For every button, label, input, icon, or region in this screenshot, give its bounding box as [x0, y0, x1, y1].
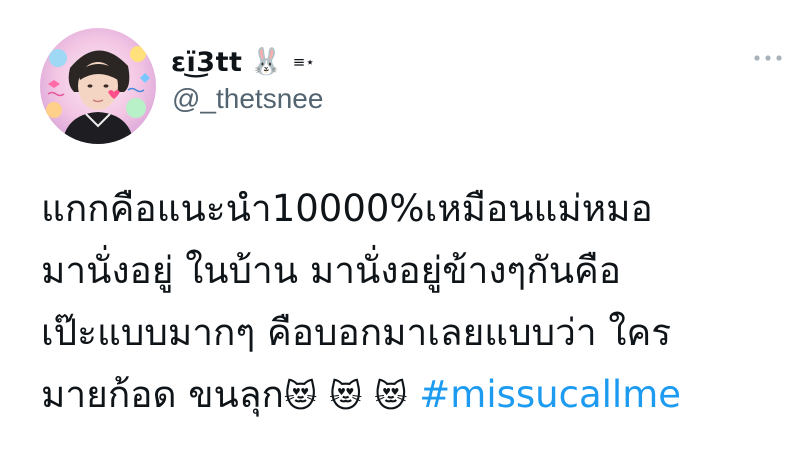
avatar[interactable] — [40, 28, 156, 144]
tweet-line: แกกคือแนะนำ10000%เหมือนแม่หมอ — [41, 187, 653, 230]
tweet-line: มานั่งอยู่ ในบ้าน มานั่งอยู่ข้างๆกันคือ — [41, 249, 621, 292]
heart-eyes-cat-emoji-icon: 😻 — [374, 377, 408, 415]
tweet-line: มายก้อด ขนลุก😻 😻 😻 #missucallme — [41, 364, 791, 427]
tweet-card: ɛї͜3tt 🐰 ≡⋆ @_thetsnee แกกคือแนะนำ10000%… — [0, 0, 808, 461]
more-options-button[interactable] — [744, 46, 792, 70]
user-handle[interactable]: @_thetsnee — [172, 83, 323, 115]
display-name-row[interactable]: ɛї͜3tt 🐰 ≡⋆ — [171, 44, 315, 80]
heart-eyes-cat-emoji-icon: 😻 — [283, 377, 318, 415]
heart-eyes-cat-emoji-icon: 😻 — [329, 377, 363, 415]
tweet-line-text: มายก้อด ขนลุก — [41, 373, 284, 416]
display-name[interactable]: ɛї͜3tt — [171, 47, 242, 78]
more-dots-icon — [754, 55, 782, 61]
name-decoration: ≡⋆ — [292, 53, 315, 71]
bunny-emoji-icon: 🐰 — [250, 47, 283, 77]
tweet-text: แกกคือแนะนำ10000%เหมือนแม่หมอ มานั่งอยู่… — [41, 178, 791, 427]
hashtag-link[interactable]: #missucallme — [419, 373, 681, 416]
tweet-line: เป๊ะแบบมากๆ คือบอกมาเลยแบบว่า ใคร — [41, 311, 672, 354]
